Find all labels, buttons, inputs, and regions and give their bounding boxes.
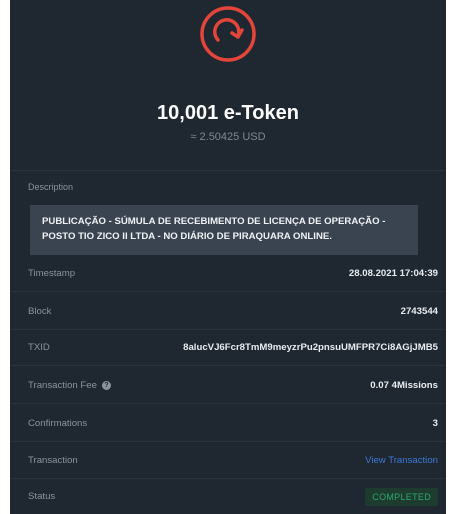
- divider: [10, 170, 446, 171]
- status-badge: COMPLETED: [365, 488, 438, 506]
- divider: [10, 291, 446, 292]
- info-icon[interactable]: ?: [101, 381, 111, 390]
- description-box: PUBLICAÇÃO - SÚMULA DE RECEBIMENTO DE LI…: [30, 205, 418, 255]
- transaction-label: Transaction: [28, 455, 78, 466]
- divider: [10, 403, 446, 404]
- refresh-ring-icon: [200, 6, 256, 62]
- timestamp-value: 28.08.2021 17:04:39: [348, 268, 438, 279]
- confirmations-label: Confirmations: [28, 418, 88, 429]
- usd-value: ≈ 2.50425 USD: [190, 131, 266, 143]
- description-label: Description: [28, 182, 74, 192]
- block-value: 2743544: [400, 306, 438, 317]
- block-label: Block: [28, 306, 52, 317]
- divider: [10, 329, 446, 330]
- timestamp-label: Timestamp: [28, 268, 76, 279]
- transaction-details-panel: 10,001 e-Token ≈ 2.50425 USD Description…: [10, 0, 446, 514]
- txid-label: TXID: [28, 342, 50, 353]
- view-transaction-link[interactable]: View Transaction: [365, 455, 438, 466]
- divider: [10, 441, 446, 442]
- fee-value: 0.07 4Missions: [370, 380, 438, 391]
- status-label: Status: [28, 491, 56, 502]
- fee-label: Transaction Fee: [28, 380, 97, 391]
- fee-label-wrap: Transaction Fee ?: [28, 380, 111, 391]
- divider: [10, 478, 446, 479]
- status-row: Status COMPLETED: [28, 480, 438, 514]
- token-amount: 10,001 e-Token: [157, 102, 299, 124]
- confirmations-value: 3: [432, 418, 438, 429]
- divider: [10, 365, 446, 366]
- txid-value[interactable]: 8alucVJ6Fcr8TmM9meyzrPu2pnsuUMFPR7Ci8AGj…: [183, 342, 438, 353]
